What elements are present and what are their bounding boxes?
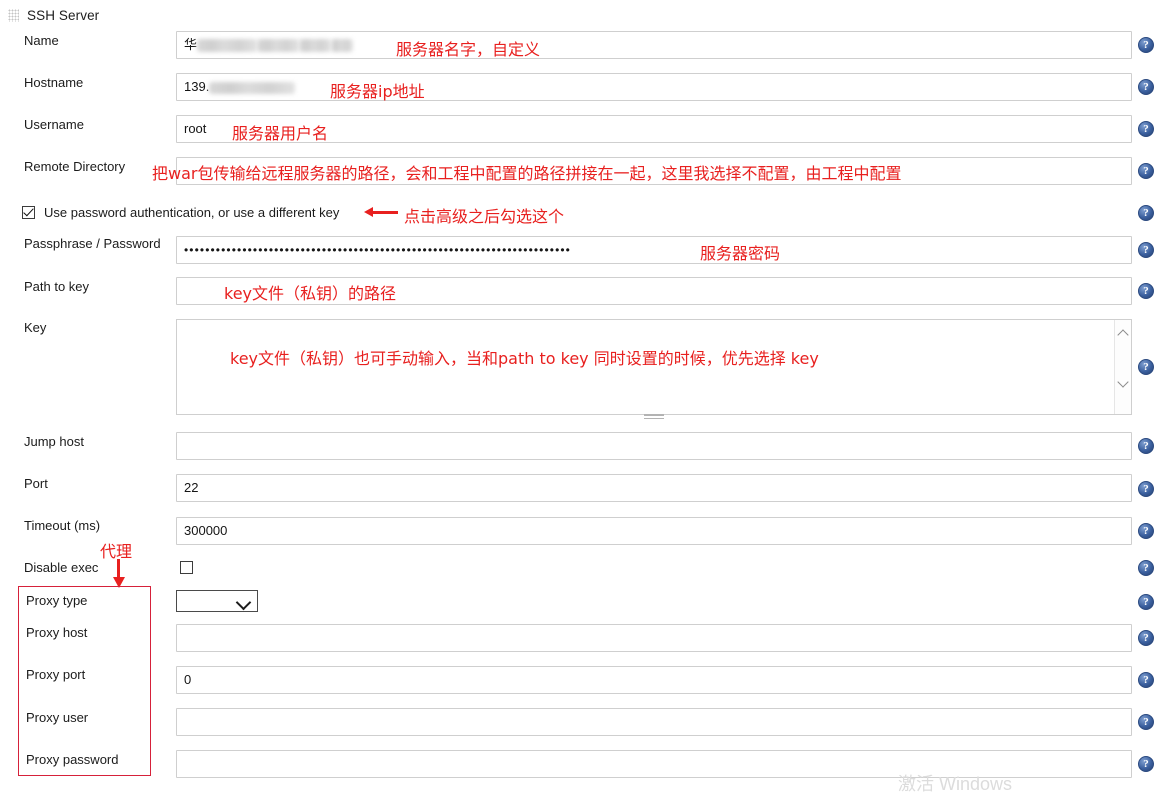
label-disable-exec: Disable exec [24, 560, 99, 575]
username-value: root [184, 121, 207, 136]
hostname-value-redacted [209, 81, 296, 94]
timeout-input[interactable]: 300000 [176, 517, 1132, 545]
help-icon-use-password-auth[interactable]: ? [1138, 205, 1154, 221]
label-proxy-host: Proxy host [26, 625, 88, 640]
help-icon-proxy-password[interactable]: ? [1138, 756, 1154, 772]
help-icon-path-to-key[interactable]: ? [1138, 283, 1154, 299]
arrow-left-icon [364, 207, 398, 217]
resize-grip-icon[interactable] [644, 412, 664, 419]
annotation-checkbox: 点击高级之后勾选这个 [404, 207, 565, 226]
label-passphrase-password: Passphrase / Password [24, 236, 161, 251]
help-icon-passphrase[interactable]: ? [1138, 242, 1154, 258]
use-password-auth-checkbox[interactable] [22, 206, 35, 219]
label-use-password-auth: Use password authentication, or use a di… [44, 205, 340, 220]
name-value-redacted-4 [331, 39, 354, 53]
name-value-redacted [197, 39, 258, 53]
help-icon-proxy-user[interactable]: ? [1138, 714, 1154, 730]
section-header: SSH Server [8, 8, 99, 23]
label-remote-directory: Remote Directory [24, 159, 126, 174]
label-username: Username [24, 117, 84, 132]
help-icon-username[interactable]: ? [1138, 121, 1154, 137]
proxy-port-input[interactable]: 0 [176, 666, 1132, 694]
help-icon-name[interactable]: ? [1138, 37, 1154, 53]
help-icon-jump-host[interactable]: ? [1138, 438, 1154, 454]
label-hostname: Hostname [24, 75, 84, 90]
disable-exec-checkbox[interactable] [180, 561, 193, 574]
hostname-input[interactable]: 139. [176, 73, 1132, 101]
label-jump-host: Jump host [24, 434, 84, 449]
proxy-host-input[interactable] [176, 624, 1132, 652]
name-value-prefix: 华 [184, 37, 198, 52]
label-key: Key [24, 320, 47, 335]
help-icon-remote-directory[interactable]: ? [1138, 163, 1154, 179]
drag-grip-icon[interactable] [8, 9, 19, 22]
username-input[interactable]: root [176, 115, 1132, 143]
help-icon-key[interactable]: ? [1138, 359, 1154, 375]
key-textarea-scrollbar[interactable] [1114, 320, 1131, 414]
ssh-server-settings-panel: SSH Server Name 华 服务器名字，自定义 ? Hostname 1… [0, 0, 1175, 794]
name-input[interactable]: 华 [176, 31, 1132, 59]
proxy-type-select[interactable] [176, 590, 258, 612]
label-name: Name [24, 33, 59, 48]
help-icon-disable-exec[interactable]: ? [1138, 560, 1154, 576]
path-to-key-input[interactable] [176, 277, 1132, 305]
help-icon-port[interactable]: ? [1138, 481, 1154, 497]
name-value-redacted-2 [257, 39, 300, 53]
chevron-down-icon [235, 594, 252, 611]
label-proxy-password: Proxy password [26, 752, 119, 767]
passphrase-password-input[interactable]: ••••••••••••••••••••••••••••••••••••••••… [176, 236, 1132, 264]
help-icon-proxy-port[interactable]: ? [1138, 672, 1154, 688]
jump-host-input[interactable] [176, 432, 1132, 460]
label-proxy-type: Proxy type [26, 593, 88, 608]
help-icon-hostname[interactable]: ? [1138, 79, 1154, 95]
remote-directory-input[interactable] [176, 157, 1132, 185]
hostname-value-prefix: 139. [184, 79, 210, 94]
port-input[interactable]: 22 [176, 474, 1132, 502]
section-title: SSH Server [27, 8, 100, 23]
proxy-user-input[interactable] [176, 708, 1132, 736]
label-port: Port [24, 476, 48, 491]
label-timeout: Timeout (ms) [24, 518, 101, 533]
help-icon-proxy-type[interactable]: ? [1138, 594, 1154, 610]
help-icon-proxy-host[interactable]: ? [1138, 630, 1154, 646]
chevron-down-icon[interactable] [1118, 378, 1128, 388]
arrow-down-icon [113, 559, 125, 589]
label-proxy-user: Proxy user [26, 710, 89, 725]
label-path-to-key: Path to key [24, 279, 90, 294]
key-textarea[interactable] [176, 319, 1132, 419]
help-icon-timeout[interactable]: ? [1138, 523, 1154, 539]
label-proxy-port: Proxy port [26, 667, 86, 682]
name-value-redacted-3 [299, 39, 332, 53]
chevron-up-icon[interactable] [1118, 329, 1128, 339]
windows-activation-watermark: 激活 Windows [898, 774, 1013, 794]
